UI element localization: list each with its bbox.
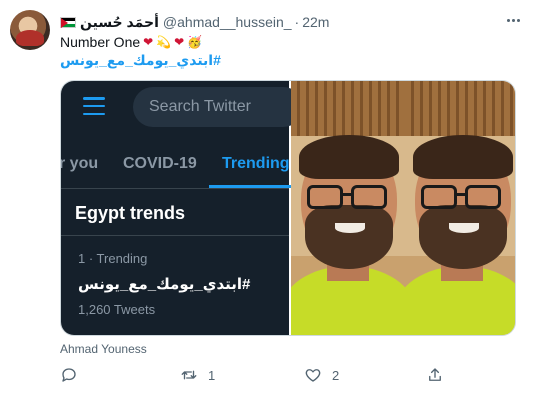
retweet-icon	[181, 370, 197, 380]
trend-rank: 1 · Trending	[78, 251, 148, 266]
red-heart-emoji: ❤	[143, 35, 154, 49]
media-caption: Ahmad Youness	[60, 342, 147, 356]
avatar[interactable]	[10, 10, 50, 50]
heart-icon	[305, 369, 321, 382]
reply-icon	[62, 368, 76, 382]
separator-dot: ·	[294, 14, 300, 30]
like-count: 2	[332, 367, 340, 383]
tab-trending: Trending	[222, 155, 290, 172]
menu-icon	[83, 97, 105, 115]
tweet-header: أحمَد حُسين @ahmad__hussein_ · 22m	[60, 12, 329, 32]
tweet-media[interactable]: Search Twitter r you COVID-19 Trending E…	[60, 80, 516, 336]
divider	[61, 235, 289, 236]
hashtag-link[interactable]: #ابتدي_يومك_مع_يونس	[60, 52, 221, 69]
tab-covid-19: COVID-19	[123, 155, 197, 172]
party-face-emoji: 🥳	[187, 35, 203, 49]
search-input: Search Twitter	[133, 87, 303, 127]
trend-name: #ابتدي_يومك_مع_يونس	[78, 276, 251, 293]
share-button[interactable]	[426, 364, 444, 386]
trending-screenshot-image[interactable]: Search Twitter r you COVID-19 Trending E…	[60, 81, 303, 335]
tweet[interactable]: أحمَد حُسين @ahmad__hussein_ · 22m Numbe…	[0, 0, 535, 393]
more-options-icon[interactable]	[503, 12, 523, 28]
tweet-actions: 1 2	[60, 364, 516, 386]
share-icon	[429, 368, 441, 381]
tweet-text: Number One ❤ 💫 ❤ 🥳	[60, 34, 202, 50]
author-display-name[interactable]: أحمَد حُسين	[80, 14, 159, 31]
red-heart-emoji: ❤	[174, 35, 185, 49]
selfie-photo-left[interactable]	[291, 81, 405, 335]
divider	[61, 188, 289, 189]
trend-tweet-count: 1,260 Tweets	[78, 302, 156, 317]
palestine-flag-icon	[60, 16, 76, 28]
section-title: Egypt trends	[75, 203, 186, 223]
reply-button[interactable]	[60, 364, 88, 386]
like-button[interactable]: 2	[304, 364, 339, 386]
tweet-timestamp[interactable]: 22m	[302, 14, 329, 30]
tweet-text-body: Number One	[60, 34, 141, 50]
retweet-button[interactable]: 1	[180, 364, 215, 386]
author-handle[interactable]: @ahmad__hussein_	[163, 14, 292, 30]
dizzy-emoji: 💫	[156, 35, 172, 49]
tab-for-you: r you	[60, 155, 99, 172]
retweet-count: 1	[208, 367, 216, 383]
selfie-photo-right[interactable]	[405, 81, 515, 335]
